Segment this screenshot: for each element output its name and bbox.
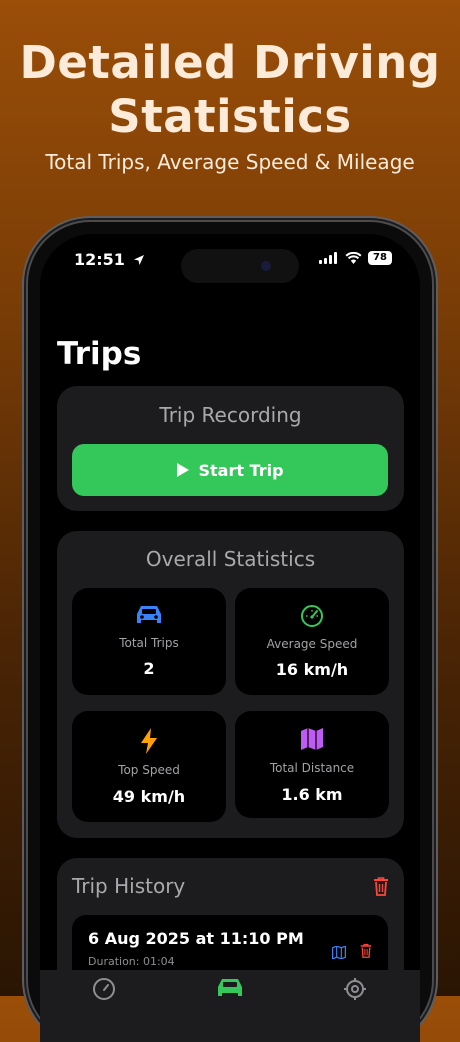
promo-headline-line1: Detailed Driving [19, 36, 441, 89]
stat-label: Average Speed [266, 637, 358, 651]
trip-recording-card: Trip Recording Start Trip [57, 386, 404, 511]
map-icon [235, 728, 389, 750]
speedometer-icon [93, 978, 115, 1000]
trip-date: 6 Aug 2025 at 11:10 PM [88, 929, 304, 948]
speedometer-icon [235, 604, 389, 628]
overall-statistics-title: Overall Statistics [145, 547, 316, 571]
stat-value: 16 km/h [275, 660, 349, 679]
tab-settings[interactable] [343, 977, 367, 1005]
stat-value: 1.6 km [281, 785, 343, 804]
promo-subline: Total Trips, Average Speed & Mileage [45, 150, 415, 174]
stat-tile-average-speed: Average Speed 16 km/h [235, 588, 389, 695]
tab-speedometer[interactable] [92, 977, 116, 1005]
map-icon[interactable] [331, 944, 347, 963]
phone-frame: 12:51 78 Trips Trip Recording Start Trip… [28, 222, 432, 1042]
promo-headline-line2: Statistics [108, 90, 352, 143]
page-title: Trips [57, 336, 142, 372]
stat-value: 49 km/h [112, 787, 186, 806]
status-right: 78 [319, 251, 392, 265]
battery-indicator: 78 [368, 251, 392, 265]
lightning-icon [72, 728, 226, 754]
trip-duration: Duration: 01:04 [88, 955, 175, 968]
dynamic-island [181, 249, 299, 283]
delete-trip-trash-icon[interactable] [360, 943, 372, 962]
stat-tile-top-speed: Top Speed 49 km/h [72, 711, 226, 822]
stat-tile-total-trips: Total Trips 2 [72, 588, 226, 695]
wifi-icon [345, 252, 362, 264]
trip-recording-title: Trip Recording [159, 403, 302, 427]
status-time-text: 12:51 [74, 250, 125, 269]
signal-icon [319, 252, 337, 264]
camera-icon [261, 261, 271, 271]
settings-gear-icon [344, 978, 366, 1000]
start-trip-label: Start Trip [198, 460, 284, 480]
stat-tile-total-distance: Total Distance 1.6 km [235, 711, 389, 818]
overall-statistics-card: Overall Statistics Total Trips 2 Average… [57, 531, 404, 838]
phone-screen: 12:51 78 Trips Trip Recording Start Trip… [40, 234, 420, 1042]
tab-bar [40, 970, 420, 1042]
stat-label: Total Distance [269, 761, 355, 775]
stat-value: 2 [143, 659, 155, 678]
stat-label: Top Speed [118, 763, 180, 777]
delete-all-trash-icon[interactable] [373, 876, 389, 900]
start-trip-button[interactable]: Start Trip [72, 444, 388, 496]
play-icon [177, 463, 190, 477]
location-arrow-icon [133, 255, 144, 265]
trip-history-title: Trip History [72, 874, 186, 898]
car-icon [72, 604, 226, 626]
promo-headline: Detailed Driving Statistics [0, 36, 460, 144]
status-time: 12:51 [74, 250, 145, 269]
stat-label: Total Trips [119, 636, 179, 650]
tab-trips[interactable] [216, 977, 244, 1003]
